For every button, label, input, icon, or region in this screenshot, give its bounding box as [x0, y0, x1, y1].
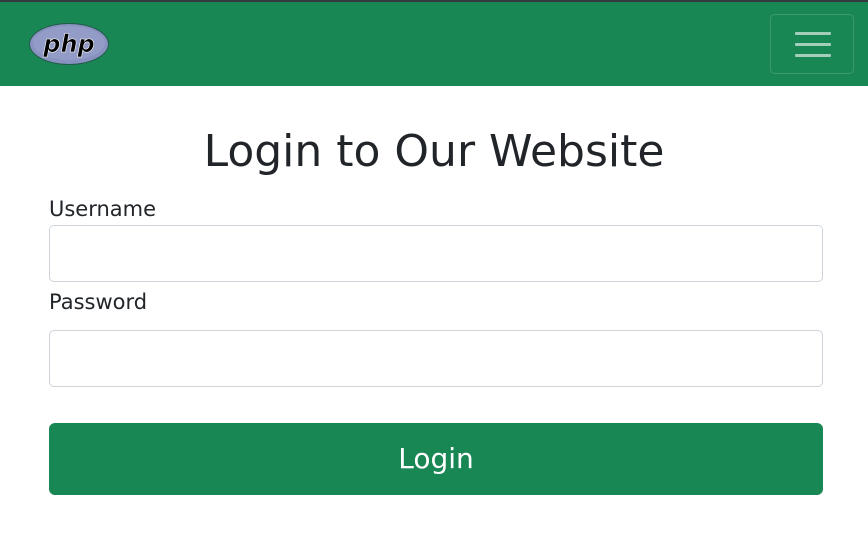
username-input[interactable]	[49, 225, 823, 282]
php-logo-text: php	[42, 30, 94, 58]
login-button[interactable]: Login	[49, 423, 823, 495]
password-input[interactable]	[49, 330, 823, 387]
page-title: Login to Our Website	[203, 126, 665, 177]
php-logo[interactable]: php	[28, 22, 110, 66]
menu-toggle-button[interactable]	[770, 14, 854, 74]
navbar: php	[0, 2, 868, 86]
password-label: Password	[49, 290, 148, 314]
username-label: Username	[49, 197, 157, 221]
